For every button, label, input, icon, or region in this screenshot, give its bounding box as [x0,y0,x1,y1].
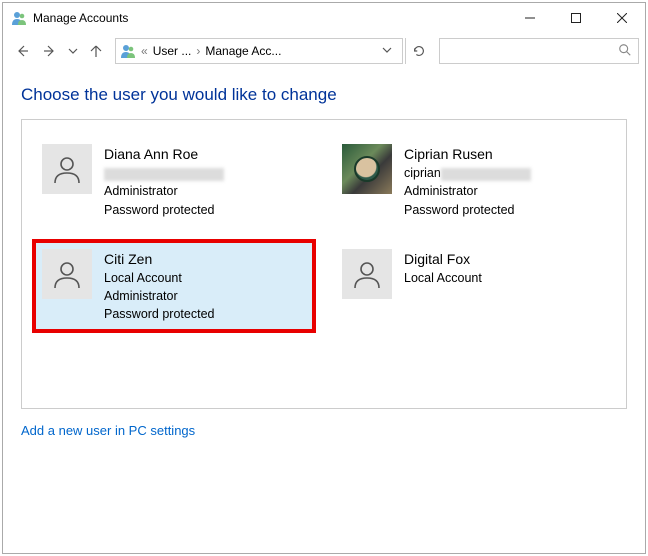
account-info: Diana Ann Roe Administrator Password pro… [104,144,224,219]
avatar-photo [342,144,392,194]
account-protection: Password protected [404,201,531,219]
account-tile-selected[interactable]: Citi Zen Local Account Administrator Pas… [32,239,316,334]
account-name: Ciprian Rusen [404,144,531,164]
search-input[interactable] [439,38,639,64]
user-accounts-icon [11,10,27,26]
avatar [42,249,92,299]
account-name: Digital Fox [404,249,482,269]
account-protection: Password protected [104,305,214,323]
window-title: Manage Accounts [33,11,507,25]
account-role: Administrator [104,182,224,200]
account-protection: Password protected [104,201,224,219]
search-icon [618,43,632,60]
breadcrumb-segment[interactable]: Manage Acc... [201,44,285,58]
account-email-redacted [104,164,224,182]
account-type: Local Account [104,269,214,287]
avatar [342,249,392,299]
account-info: Digital Fox Local Account [404,249,482,287]
breadcrumb-segment[interactable]: User ... [149,44,196,58]
recent-locations-button[interactable] [65,38,81,64]
account-type: Local Account [404,269,482,287]
chevron-down-icon[interactable] [374,44,400,58]
window: Manage Accounts [2,2,646,554]
navigation-bar: « User ... › Manage Acc... [3,33,645,69]
account-tile[interactable]: Digital Fox Local Account [332,239,616,334]
account-tile[interactable]: Ciprian Rusen ciprian Administrator Pass… [332,134,616,229]
account-name: Diana Ann Roe [104,144,224,164]
breadcrumb-separator: « [140,44,149,58]
account-email-redacted: ciprian [404,164,531,182]
content-area: Choose the user you would like to change… [3,69,645,448]
account-info: Ciprian Rusen ciprian Administrator Pass… [404,144,531,219]
account-role: Administrator [404,182,531,200]
refresh-button[interactable] [405,38,431,64]
user-accounts-icon [118,41,138,61]
titlebar: Manage Accounts [3,3,645,33]
forward-button[interactable] [37,38,63,64]
minimize-button[interactable] [507,3,553,33]
maximize-button[interactable] [553,3,599,33]
page-heading: Choose the user you would like to change [21,85,627,105]
account-role: Administrator [104,287,214,305]
up-button[interactable] [83,38,109,64]
account-tile[interactable]: Diana Ann Roe Administrator Password pro… [32,134,316,229]
accounts-list: Diana Ann Roe Administrator Password pro… [21,119,627,409]
add-user-link[interactable]: Add a new user in PC settings [21,423,195,438]
back-button[interactable] [9,38,35,64]
avatar [42,144,92,194]
account-info: Citi Zen Local Account Administrator Pas… [104,249,214,324]
close-button[interactable] [599,3,645,33]
address-bar[interactable]: « User ... › Manage Acc... [115,38,403,64]
account-name: Citi Zen [104,249,214,269]
